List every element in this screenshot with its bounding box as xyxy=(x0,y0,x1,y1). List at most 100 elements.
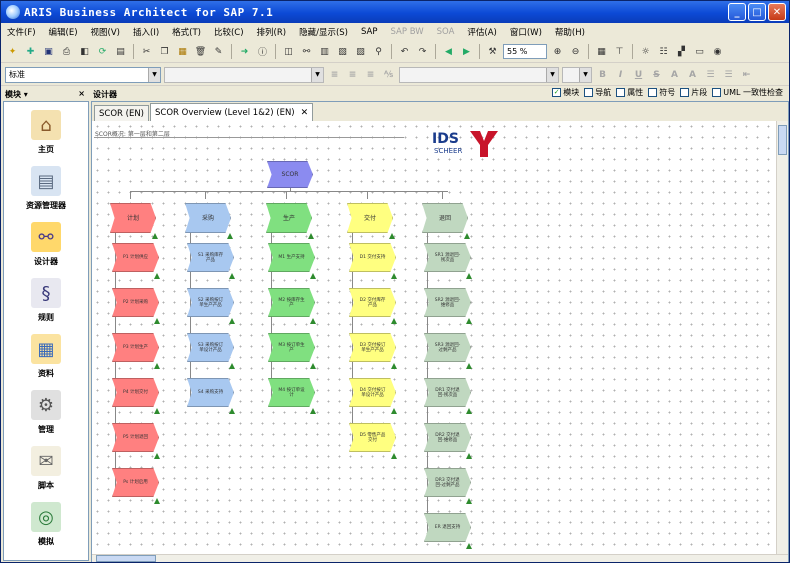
object-icon[interactable]: ▧ xyxy=(335,44,350,59)
sidebar-item-rules[interactable]: § 规则 xyxy=(4,274,88,326)
new-dropdown-icon[interactable]: ✚ xyxy=(23,44,38,59)
chart-icon[interactable]: ▞ xyxy=(674,44,689,59)
database-icon[interactable]: ◉ xyxy=(710,44,725,59)
process-category-node[interactable]: 交付 xyxy=(347,203,393,233)
model-tab[interactable]: SCOR (EN) xyxy=(94,105,149,121)
horizontal-scroll-thumb[interactable] xyxy=(96,555,156,562)
font-size-combo[interactable]: ▼ xyxy=(562,66,592,83)
italic-icon[interactable]: I xyxy=(613,67,628,82)
view-checkbox[interactable]: 片段 xyxy=(680,87,707,98)
indent-icon[interactable]: ⇤ xyxy=(739,67,754,82)
back-icon[interactable]: ◀ xyxy=(441,44,456,59)
undo-icon[interactable]: ↶ xyxy=(397,44,412,59)
menu-item[interactable]: 隐藏/显示(S) xyxy=(299,26,348,38)
process-node[interactable]: S2 采购按订单生产产品 xyxy=(187,288,234,317)
align-icon[interactable]: ⊤ xyxy=(612,44,627,59)
menu-item[interactable]: 评估(A) xyxy=(467,26,496,38)
font-color-a-icon[interactable]: A xyxy=(667,67,682,82)
fill-icon[interactable]: ▭ xyxy=(692,44,707,59)
close-window-button[interactable]: ✕ xyxy=(768,3,786,21)
align-right-icon[interactable]: ≡ xyxy=(363,67,378,82)
font-size-a-icon[interactable]: A xyxy=(685,67,700,82)
numbering-icon[interactable]: ☰ xyxy=(721,67,736,82)
text-format-icon[interactable]: ⅍ xyxy=(381,67,396,82)
process-node[interactable]: D5 零售产品交付 xyxy=(349,423,396,452)
process-node[interactable]: SR2 源退回-维修品 xyxy=(424,288,471,317)
tools-icon[interactable]: ⚒ xyxy=(485,44,500,59)
maximize-button[interactable]: □ xyxy=(748,3,766,21)
checkbox-box[interactable] xyxy=(584,88,594,97)
paste-icon[interactable]: ▦ xyxy=(175,44,190,59)
checkbox-box[interactable] xyxy=(712,88,722,97)
process-node[interactable]: S3 采购按订单设计产品 xyxy=(187,333,234,362)
process-node[interactable]: M2 按库存生产 xyxy=(268,288,315,317)
save-icon[interactable]: ▣ xyxy=(41,44,56,59)
process-node[interactable]: D4 交付按订单设计产品 xyxy=(349,378,396,407)
process-node[interactable]: DR1 交付退回-残次品 xyxy=(424,378,471,407)
process-node[interactable]: DR2 交付退回-维修品 xyxy=(424,423,471,452)
process-node[interactable]: D3 交付按订单生产产品 xyxy=(349,333,396,362)
menu-item[interactable]: SAP BW xyxy=(391,27,424,37)
process-category-node[interactable]: 生产 xyxy=(266,203,312,233)
menu-item[interactable]: SAP xyxy=(361,27,378,37)
menu-item[interactable]: 编辑(E) xyxy=(49,26,78,38)
bold-icon[interactable]: B xyxy=(595,67,610,82)
sidebar-item-home[interactable]: ⌂ 主页 xyxy=(4,106,88,158)
align-left-icon[interactable]: ≡ xyxy=(327,67,342,82)
grid-icon[interactable]: ▦ xyxy=(594,44,609,59)
cut-icon[interactable]: ✂ xyxy=(139,44,154,59)
model-canvas[interactable]: SCOR概况: 第一层和第二层 IDS SCHEER SCOR 计划 P1 计划供应… xyxy=(92,121,776,556)
new-icon[interactable]: ✦ xyxy=(5,44,20,59)
style-combo[interactable]: 标准 ▼ xyxy=(5,66,161,83)
menu-item[interactable]: 帮助(H) xyxy=(555,26,585,38)
view-checkbox[interactable]: ✓ 模块 xyxy=(552,87,579,98)
zoom-out-icon[interactable]: ⊖ xyxy=(568,44,583,59)
process-node[interactable]: P3 计划生产 xyxy=(112,333,159,362)
menu-item[interactable]: 插入(I) xyxy=(133,26,159,38)
menu-item[interactable]: 格式(T) xyxy=(172,26,201,38)
checkbox-box[interactable] xyxy=(680,88,690,97)
process-node[interactable]: Ps 计划启用 xyxy=(112,468,159,497)
chevron-down-icon[interactable]: ▼ xyxy=(546,67,558,82)
chevron-down-icon[interactable]: ▼ xyxy=(148,67,160,82)
strikethrough-icon[interactable]: S xyxy=(649,67,664,82)
redo-icon[interactable]: ↷ xyxy=(415,44,430,59)
attributes-icon[interactable]: ▨ xyxy=(353,44,368,59)
process-node[interactable]: M3 按订单生产 xyxy=(268,333,315,362)
menu-item[interactable]: SOA xyxy=(437,27,455,37)
sidebar-item-simulation[interactable]: ◎ 模拟 xyxy=(4,498,88,550)
delete-icon[interactable]: 🗑 xyxy=(193,44,208,59)
checkbox-box[interactable] xyxy=(616,88,626,97)
process-node[interactable]: P5 计划退回 xyxy=(112,423,159,452)
process-node[interactable]: P2 计划采购 xyxy=(112,288,159,317)
process-node[interactable]: M1 生产支持 xyxy=(268,243,315,272)
underline-icon[interactable]: U xyxy=(631,67,646,82)
info-icon[interactable]: ⓘ xyxy=(255,44,270,59)
checkbox-box[interactable]: ✓ xyxy=(552,88,562,97)
view-checkbox[interactable]: UML 一致性检查 xyxy=(712,87,783,98)
process-node[interactable]: S1 采购库存产品 xyxy=(187,243,234,272)
zoom-combo[interactable]: 55 % xyxy=(503,44,547,59)
process-node[interactable]: SR1 源退回-残次品 xyxy=(424,243,471,272)
modules-title[interactable]: 模块 ▾ xyxy=(5,89,28,100)
forward-icon[interactable]: ▶ xyxy=(459,44,474,59)
sidebar-item-explorer[interactable]: ▤ 资源管理器 xyxy=(4,162,88,214)
menu-item[interactable]: 比较(C) xyxy=(214,26,244,38)
model-icon[interactable]: ◫ xyxy=(281,44,296,59)
process-category-node[interactable]: 采购 xyxy=(185,203,231,233)
properties-icon[interactable]: ▤ xyxy=(113,44,128,59)
process-category-node[interactable]: 计划 xyxy=(110,203,156,233)
format-painter-icon[interactable]: ✎ xyxy=(211,44,226,59)
chevron-down-icon[interactable]: ▼ xyxy=(579,67,591,82)
sidebar-item-admin[interactable]: ⚙ 管理 xyxy=(4,386,88,438)
process-node[interactable]: SR3 源退回-过剩产品 xyxy=(424,333,471,362)
close-icon[interactable]: × xyxy=(78,89,85,100)
sidebar-item-designer[interactable]: ⚯ 设计器 xyxy=(4,218,88,270)
highlight-icon[interactable]: ☼ xyxy=(638,44,653,59)
horizontal-scrollbar[interactable] xyxy=(92,554,788,562)
title-bar[interactable]: ARIS Business Architect for SAP 7.1 _ □ … xyxy=(1,1,789,23)
chevron-down-icon[interactable]: ▼ xyxy=(311,67,323,82)
layout-icon[interactable]: ▥ xyxy=(317,44,332,59)
vertical-scroll-thumb[interactable] xyxy=(778,125,787,155)
process-node[interactable]: DR3 交付退回-过剩产品 xyxy=(424,468,471,497)
